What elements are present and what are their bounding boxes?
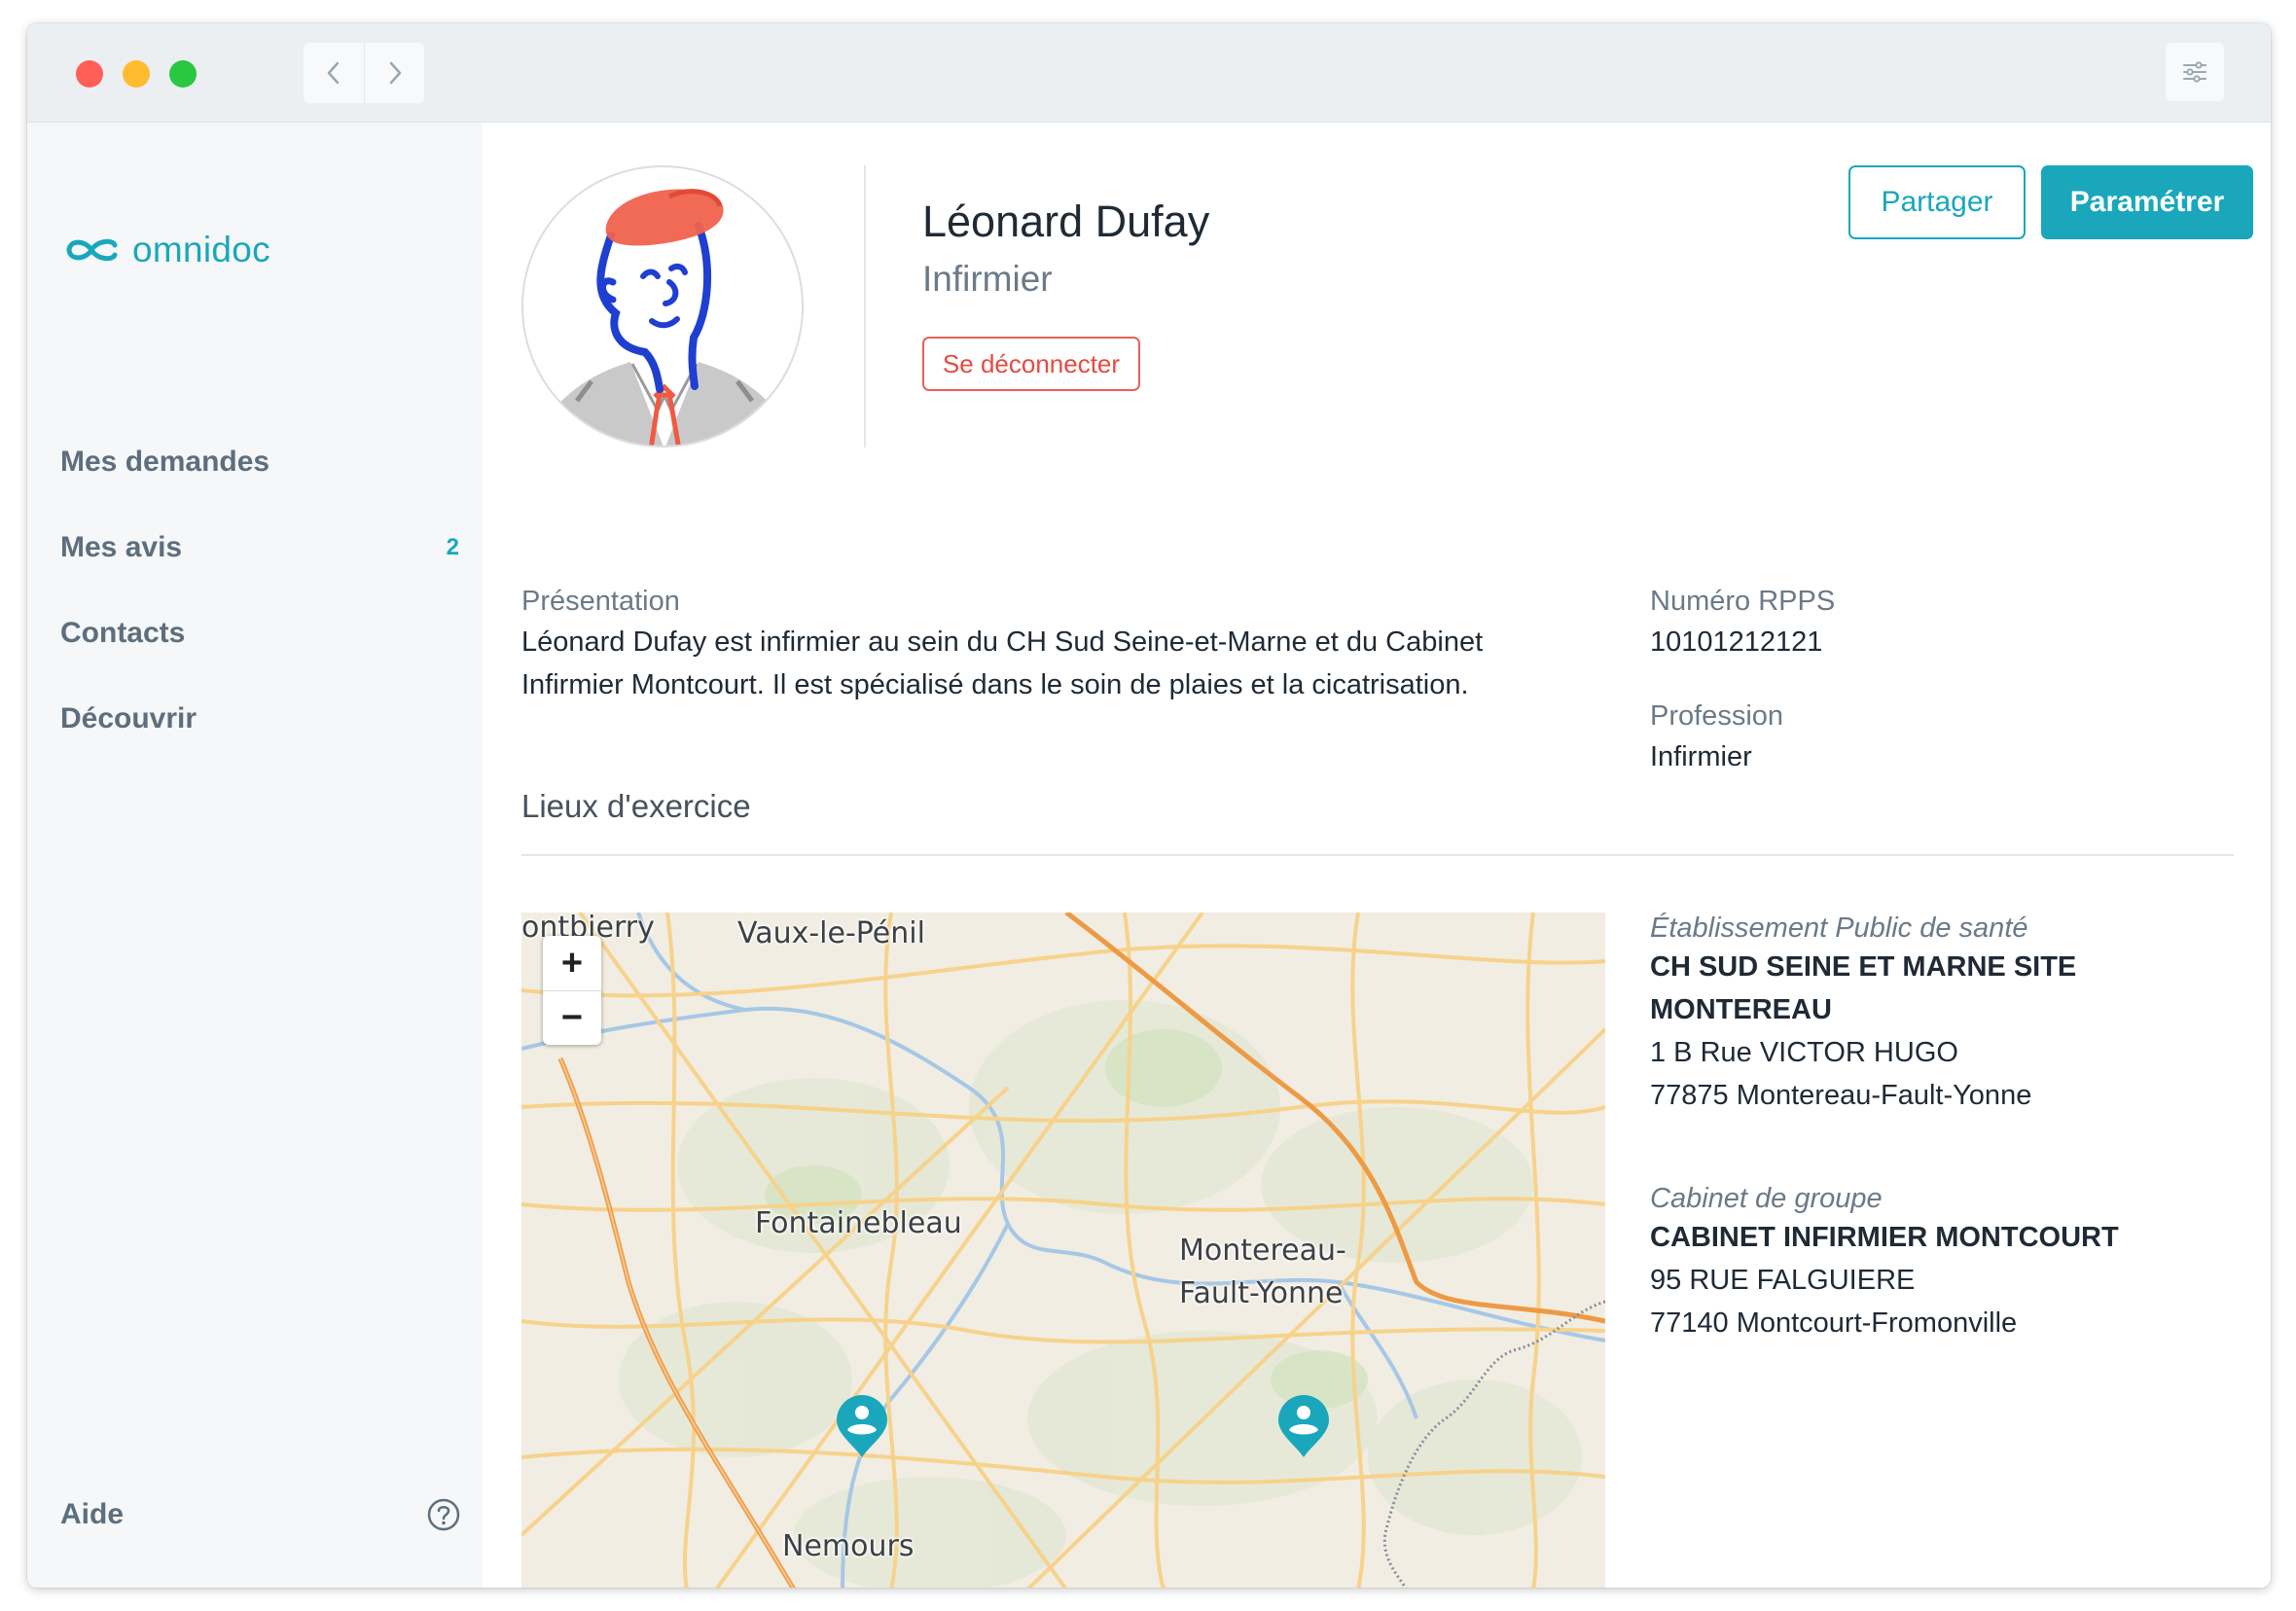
- logo-text: omnidoc: [132, 230, 270, 269]
- share-button[interactable]: Partager: [1848, 165, 2026, 239]
- maximize-window-button[interactable]: [169, 60, 197, 88]
- sidebar-item-decouvrir[interactable]: Découvrir: [60, 695, 469, 743]
- map-label: Fontainebleau: [755, 1206, 962, 1240]
- sidebar-item-label: Découvrir: [60, 702, 197, 734]
- history-nav: [304, 43, 424, 103]
- settings-button[interactable]: Paramétrer: [2041, 165, 2253, 239]
- question-circle-icon: [427, 1498, 460, 1531]
- map-label: Vaux-le-Pénil: [737, 916, 925, 950]
- sidebar-item-label: Contacts: [60, 617, 186, 649]
- place-name: MONTEREAU: [1650, 994, 1832, 1025]
- sidebar-item-label: Mes demandes: [60, 446, 270, 478]
- rpps-value: 10101212121: [1650, 626, 1823, 658]
- map-label: Fault-Yonne: [1179, 1276, 1344, 1310]
- chevron-right-icon: [389, 61, 401, 85]
- section-divider: [521, 854, 2234, 856]
- count-badge: 2: [446, 534, 459, 560]
- places-map[interactable]: ontbierry Vaux-le-Pénil Fontainebleau Mo…: [521, 913, 1605, 1588]
- window-settings-button[interactable]: [2166, 43, 2224, 101]
- zoom-in-button[interactable]: +: [543, 936, 601, 990]
- zoom-out-button[interactable]: −: [543, 990, 601, 1045]
- rpps-label: Numéro RPPS: [1650, 586, 1836, 617]
- profession-value: Infirmier: [1650, 741, 1752, 772]
- omnidoc-logo-icon: [66, 238, 118, 262]
- sidebar-item-aide[interactable]: Aide: [60, 1490, 469, 1539]
- header-divider: [864, 165, 866, 448]
- place-city: 77140 Montcourt-Fromonville: [1650, 1307, 2018, 1339]
- place-name: CABINET INFIRMIER MONTCOURT: [1650, 1222, 2119, 1253]
- sidebar-item-mes-demandes[interactable]: Mes demandes: [60, 438, 469, 486]
- presentation-text-line2: Infirmier Montcourt. Il est spécialisé d…: [521, 669, 1469, 700]
- profile-name: Léonard Dufay: [922, 197, 1210, 246]
- places-section-title: Lieux d'exercice: [521, 788, 751, 824]
- minimize-window-button[interactable]: [123, 60, 150, 88]
- sidebar-item-mes-avis[interactable]: Mes avis 2: [60, 523, 469, 572]
- profession-label: Profession: [1650, 700, 1784, 732]
- close-window-button[interactable]: [76, 60, 103, 88]
- place-address: 95 RUE FALGUIERE: [1650, 1265, 1916, 1296]
- avatar-illustration: [553, 189, 776, 446]
- sidebar-item-contacts[interactable]: Contacts: [60, 609, 469, 658]
- presentation-label: Présentation: [521, 586, 680, 617]
- location-pin-icon[interactable]: [1276, 1395, 1331, 1459]
- map-zoom-control: + −: [543, 936, 601, 1045]
- sidebar: omnidoc Mes demandes Mes avis 2 Contacts…: [27, 123, 483, 1588]
- map-label: Nemours: [782, 1529, 915, 1563]
- presentation-text-line1: Léonard Dufay est infirmier au sein du C…: [521, 626, 1484, 658]
- title-bar: [27, 23, 2271, 123]
- back-button[interactable]: [304, 43, 364, 103]
- place-name: CH SUD SEINE ET MARNE SITE: [1650, 951, 2077, 983]
- sidebar-item-label: Mes avis: [60, 531, 183, 563]
- map-tiles: [521, 913, 1605, 1588]
- place-address: 1 B Rue VICTOR HUGO: [1650, 1037, 1958, 1068]
- place-type: Établissement Public de santé: [1650, 913, 2028, 944]
- location-pin-icon[interactable]: [835, 1395, 889, 1459]
- forward-button[interactable]: [364, 43, 424, 103]
- place-city: 77875 Montereau-Fault-Yonne: [1650, 1080, 2032, 1111]
- logout-button[interactable]: Se déconnecter: [922, 337, 1140, 391]
- profile-role: Infirmier: [922, 259, 1053, 299]
- app-window: omnidoc Mes demandes Mes avis 2 Contacts…: [27, 23, 2271, 1588]
- map-label: Montereau-: [1179, 1234, 1346, 1268]
- place-type: Cabinet de groupe: [1650, 1183, 1883, 1214]
- sidebar-item-label: Aide: [60, 1498, 125, 1530]
- avatar[interactable]: [521, 165, 804, 448]
- main-content: Léonard Dufay Infirmier Se déconnecter P…: [483, 123, 2271, 1588]
- chevron-left-icon: [327, 61, 340, 85]
- sliders-icon: [2183, 61, 2206, 83]
- omnidoc-logo[interactable]: omnidoc: [64, 230, 270, 270]
